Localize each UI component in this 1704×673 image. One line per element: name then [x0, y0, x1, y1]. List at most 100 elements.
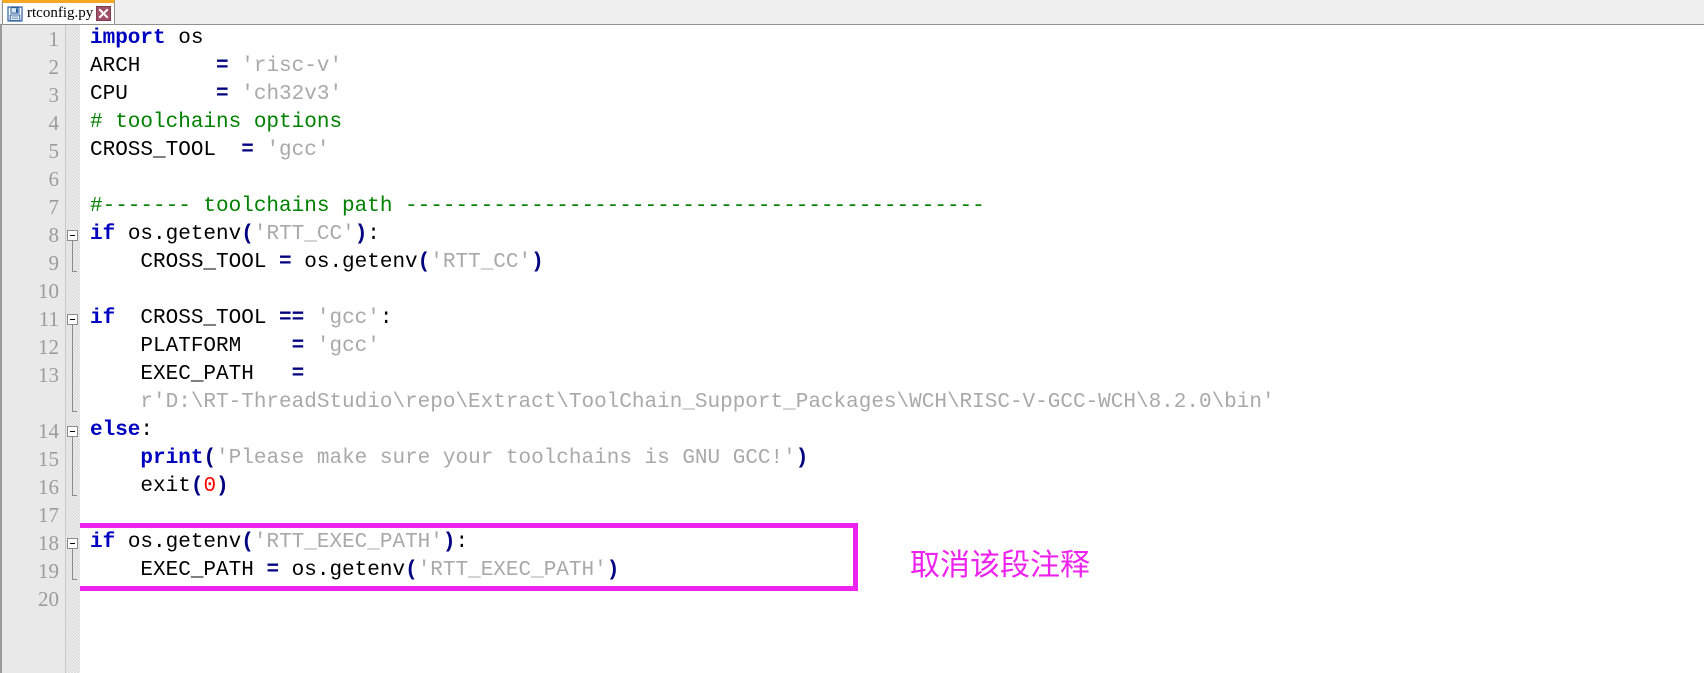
code-token-pl: : — [379, 307, 393, 330]
line-number: 20 — [38, 587, 59, 611]
fold-range-end — [72, 411, 77, 412]
fold-range-end — [72, 495, 77, 496]
line-number: 17 — [38, 503, 59, 527]
code-token-str: 'gcc' — [316, 335, 380, 358]
code-token-op: = — [291, 363, 305, 386]
code-token-kw: if — [90, 531, 116, 554]
save-floppy-icon — [7, 5, 23, 22]
code-token-op: ( — [405, 559, 418, 582]
code-token-kw: import — [90, 27, 166, 50]
line-number: 9 — [48, 251, 60, 275]
code-token-op: ( — [190, 475, 204, 498]
code-token-kw: if — [90, 223, 116, 246]
tab-rtconfig-py[interactable]: rtconfig.py — [2, 0, 116, 24]
code-token-kw: if — [90, 307, 116, 330]
fold-range-end — [72, 579, 77, 580]
code-token-op: ) — [606, 559, 620, 582]
code-token-pl: : — [367, 223, 380, 246]
fold-collapse-icon[interactable] — [67, 314, 78, 325]
line-number: 1 — [48, 27, 60, 51]
code-editor[interactable]: 1 2 3 4 5 6 7 8 9 10 11 12 13 14 15 16 17 18 19 20 取消该段注释 i… — [0, 25, 1704, 673]
code-line: exit(0) — [90, 473, 229, 501]
code-token-cmt: # toolchains options — [90, 111, 343, 134]
line-number: 7 — [48, 195, 60, 219]
code-token-pl: CROSS_TOOL — [90, 139, 242, 162]
editor-tab-bar: rtconfig.py — [0, 0, 1704, 25]
code-line: ARCH = 'risc-v' — [90, 53, 342, 81]
fold-range-line — [72, 241, 73, 271]
code-token-pl: : — [455, 531, 469, 554]
code-token-pl: EXEC_PATH — [90, 363, 292, 386]
fold-collapse-icon[interactable] — [67, 230, 78, 241]
line-number: 6 — [48, 167, 60, 191]
code-token-op: = — [216, 55, 229, 78]
code-token-op: ) — [795, 447, 809, 470]
code-token-str: 'gcc' — [316, 307, 380, 330]
code-token-op: = — [241, 139, 254, 162]
code-token-op: = — [291, 335, 305, 358]
code-token-str: 'RTT_EXEC_PATH' — [253, 531, 443, 554]
code-token-pl: CROSS_TOOL — [115, 307, 280, 330]
line-number: 14 — [38, 419, 59, 443]
line-number: 8 — [48, 223, 60, 247]
code-token-pl: os.getenv — [115, 531, 242, 554]
line-number: 3 — [48, 83, 60, 107]
code-line: CROSS_TOOL = 'gcc' — [90, 137, 329, 165]
code-line: import os — [90, 25, 203, 53]
code-line: print('Please make sure your toolchains … — [90, 445, 808, 473]
code-token-op: ( — [241, 223, 254, 246]
code-token-pl: os.getenv — [291, 251, 418, 274]
code-line: else: — [90, 417, 153, 445]
close-icon[interactable] — [96, 6, 112, 21]
line-number: 4 — [48, 111, 60, 135]
code-token-pl: CROSS_TOOL — [90, 251, 280, 274]
fold-collapse-icon[interactable] — [67, 538, 78, 549]
line-number: 10 — [38, 279, 59, 303]
code-token-pl: os — [165, 27, 204, 50]
line-number: 12 — [38, 335, 59, 359]
code-folding-margin[interactable] — [66, 25, 80, 673]
code-token-str: 'ch32v3' — [241, 83, 343, 106]
line-number: 15 — [38, 447, 59, 471]
line-number: 5 — [48, 139, 60, 163]
fold-range-end — [72, 271, 77, 272]
code-token-pl: PLATFORM — [90, 335, 292, 358]
line-number: 16 — [38, 475, 59, 499]
line-number: 18 — [38, 531, 59, 555]
line-number-gutter: 1 2 3 4 5 6 7 8 9 10 11 12 13 14 15 16 17 18 19 20 — [2, 25, 66, 673]
code-line: #------- toolchains path ---------------… — [90, 193, 985, 221]
code-token-str: 'risc-v' — [241, 55, 343, 78]
code-token-cmt: #------- toolchains path ---------------… — [90, 195, 985, 218]
code-line: CPU = 'ch32v3' — [90, 81, 342, 109]
code-token-pl: EXEC_PATH — [90, 559, 267, 582]
line-number: 2 — [48, 55, 60, 79]
code-token-str: 'Please make sure your toolchains is GNU… — [216, 447, 796, 470]
fold-range-line — [72, 437, 73, 495]
code-token-pl: os.getenv — [115, 223, 242, 246]
fold-range-line — [72, 549, 73, 579]
code-token-str: 'RTT_EXEC_PATH' — [417, 559, 607, 582]
code-content-area[interactable]: 取消该段注释 import os ARCH = 'risc-v' CPU = 'ch… — [80, 25, 1704, 673]
code-token-op: = — [279, 251, 292, 274]
code-token-op: == — [279, 307, 305, 330]
code-token-op: ) — [442, 531, 456, 554]
line-number: 19 — [38, 559, 59, 583]
code-token-op: = — [216, 83, 229, 106]
fold-range-line — [72, 325, 73, 411]
code-token-str: 'RTT_CC' — [253, 223, 355, 246]
code-token-kw: print — [140, 447, 204, 470]
annotation-text: 取消该段注释 — [910, 548, 1090, 583]
code-line: EXEC_PATH = — [90, 361, 304, 389]
tab-label: rtconfig.py — [27, 5, 94, 21]
code-token-pl: ARCH — [90, 55, 217, 78]
code-token-str: r'D:\RT-ThreadStudio\repo\Extract\ToolCh… — [90, 391, 1275, 414]
code-token-op: ) — [216, 475, 229, 498]
code-token-op: ( — [241, 531, 254, 554]
code-token-op: ) — [354, 223, 368, 246]
fold-collapse-icon[interactable] — [67, 426, 78, 437]
